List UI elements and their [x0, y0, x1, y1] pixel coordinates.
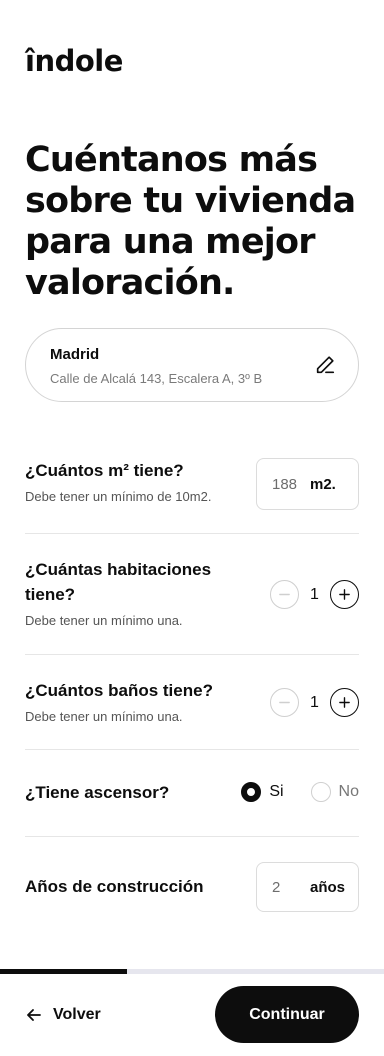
divider: [25, 749, 359, 750]
plus-icon: [339, 589, 350, 600]
area-question: ¿Cuántos m² tiene? Debe tener un mínimo …: [25, 458, 359, 510]
brand-logo: îndole: [25, 44, 123, 78]
rooms-help: Debe tener un mínimo una.: [25, 613, 183, 628]
plus-icon: [339, 697, 350, 708]
divider: [25, 836, 359, 837]
back-button[interactable]: Volver: [25, 1001, 101, 1029]
baths-increment-button[interactable]: [330, 688, 359, 717]
baths-value: 1: [310, 693, 319, 711]
divider: [25, 533, 359, 534]
area-value: 188: [272, 475, 298, 493]
elevator-option-no-label: No: [338, 783, 359, 800]
edit-address-button[interactable]: [314, 354, 336, 376]
rooms-decrement-button[interactable]: [270, 580, 299, 609]
address-card: Madrid Calle de Alcalá 143, Escalera A, …: [25, 328, 359, 402]
baths-decrement-button[interactable]: [270, 688, 299, 717]
address-street: Calle de Alcalá 143, Escalera A, 3º B: [50, 371, 263, 386]
age-value: 2: [272, 878, 281, 896]
pencil-icon: [316, 356, 335, 374]
rooms-label: ¿Cuántas habitaciones tiene?: [25, 560, 212, 604]
page-title: Cuéntanos más sobre tu vivienda para una…: [25, 140, 356, 303]
radio-selected-icon: [241, 782, 262, 802]
radio-unselected-icon: [310, 782, 331, 802]
baths-stepper: 1: [270, 688, 359, 717]
progress-fill: [0, 969, 127, 974]
age-question: Años de construcción 2 años: [25, 862, 359, 912]
arrow-left-icon: [27, 1009, 41, 1021]
minus-icon: [279, 593, 290, 596]
elevator-option-no[interactable]: No: [310, 782, 359, 802]
rooms-stepper: 1: [270, 580, 359, 609]
elevator-option-yes[interactable]: Si: [241, 782, 284, 802]
minus-icon: [279, 701, 290, 704]
baths-question: ¿Cuántos baños tiene? Debe tener un míni…: [25, 678, 359, 730]
elevator-option-yes-label: Si: [269, 783, 284, 800]
progress-bar: [0, 969, 384, 974]
divider: [25, 654, 359, 655]
rooms-value: 1: [310, 585, 319, 603]
address-city: Madrid: [50, 346, 100, 363]
age-unit: años: [310, 878, 346, 896]
area-unit: m2.: [310, 475, 336, 493]
elevator-radio-group: Si No: [241, 782, 359, 802]
rooms-question: ¿Cuántas habitaciones tiene? Debe tener …: [25, 557, 359, 632]
elevator-question: ¿Tiene ascensor? Si No: [25, 780, 359, 806]
age-input[interactable]: 2 años: [256, 862, 359, 912]
continue-button[interactable]: Continuar: [215, 986, 359, 1043]
area-input[interactable]: 188 m2.: [256, 458, 359, 510]
back-button-label: Volver: [53, 1006, 101, 1023]
rooms-increment-button[interactable]: [330, 580, 359, 609]
